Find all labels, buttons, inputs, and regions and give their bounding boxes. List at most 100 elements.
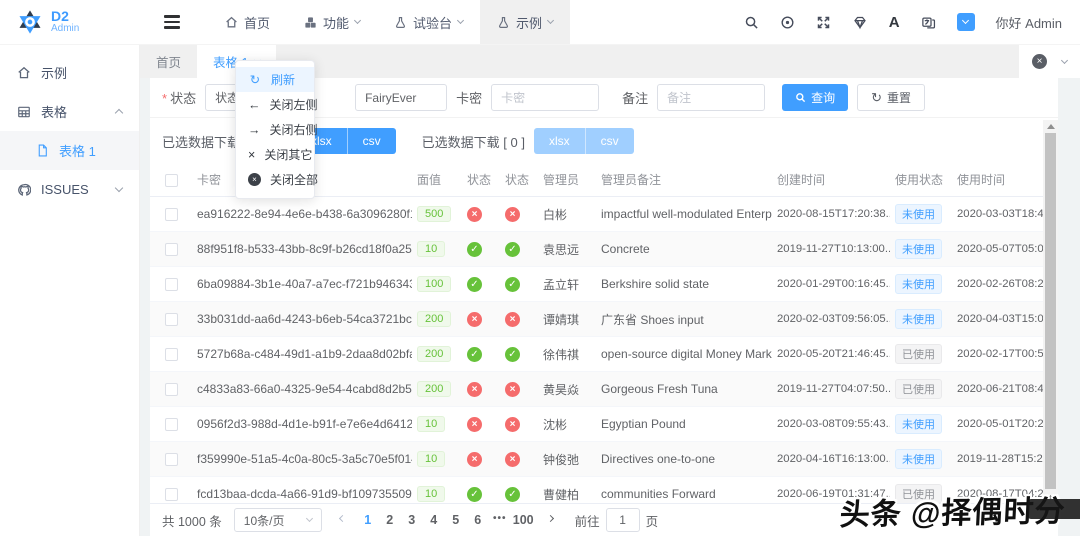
value-badge: 500 [417,206,451,222]
chevron-down-icon [547,17,554,24]
file-icon [36,144,49,157]
status-error-icon: × [467,312,482,327]
card-key-cell: f359990e-51a5-4c0a-80c5-3a5c70e5f014 [192,442,412,477]
admin-name-cell: 白彬 [538,197,596,232]
admin-name-cell: 谭婧琪 [538,302,596,337]
xlsx-download-button-disabled[interactable]: xlsx [534,128,586,154]
sidebar-item-issues[interactable]: ISSUES [0,170,139,209]
created-time-cell: 2020-04-16T16:13:00... [772,442,890,477]
admin-input[interactable] [355,84,447,111]
fullscreen-icon[interactable] [816,15,831,30]
row-checkbox[interactable] [165,453,178,466]
menu-toggle-icon[interactable] [150,0,194,44]
tab-context-menu: ↻ 刷新 ← 关闭左侧 → 关闭右侧 × 关闭其它 × 关闭全部 [235,60,315,199]
page-number-button[interactable]: 1 [357,513,379,527]
admin-note-cell: 广东省 Shoes input [596,302,772,337]
page-number-button[interactable]: 3 [401,513,423,527]
pagination-ellipsis[interactable]: ••• [489,513,511,527]
page-number-button[interactable]: 5 [445,513,467,527]
chevron-down-icon [306,515,313,522]
nav-item-label: 示例 [516,13,542,32]
page-number-button[interactable]: 100 [511,513,536,527]
user-greeting[interactable]: 你好 Admin [996,13,1062,32]
row-checkbox[interactable] [165,243,178,256]
menu-item-close-right[interactable]: → 关闭右侧 [236,117,314,142]
search-icon[interactable] [744,15,759,30]
sidebar: 示例 表格 表格 1 ISSUES [0,45,140,536]
value-badge: 200 [417,311,451,327]
focus-icon[interactable] [780,15,795,30]
reset-button[interactable]: ↻ 重置 [857,84,925,111]
row-checkbox[interactable] [165,348,178,361]
card-key-cell: ea916222-8e94-4e6e-b438-6a3096280f19 [192,197,412,232]
goto-page: 前往 页 [575,508,659,532]
row-checkbox[interactable] [165,208,178,221]
row-checkbox[interactable] [165,418,178,431]
menu-item-close-all[interactable]: × 关闭全部 [236,167,314,192]
admin-name-cell: 袁思远 [538,232,596,267]
value-badge: 10 [417,486,445,502]
vertical-scrollbar[interactable] [1043,120,1058,503]
col-header-value: 面值 [412,163,462,197]
app-logo[interactable]: D2 Admin [0,0,150,44]
tab-options-chevron-icon[interactable] [1061,56,1068,63]
goto-page-input[interactable] [606,508,640,532]
status-error-icon: × [505,207,520,222]
close-all-tabs-icon[interactable]: × [1032,54,1047,69]
page-number-button[interactable]: 2 [379,513,401,527]
sidebar-item-table[interactable]: 表格 [0,92,139,131]
page-number-button[interactable]: 4 [423,513,445,527]
nav-item-playground[interactable]: 试验台 [377,0,480,44]
row-checkbox[interactable] [165,313,178,326]
row-checkbox[interactable] [165,278,178,291]
status-success-icon: ✓ [467,242,482,257]
flask-icon [394,16,407,29]
logo-subtitle: Admin [51,24,79,35]
value-badge: 10 [417,241,445,257]
table-body: ea916222-8e94-4e6e-b438-6a3096280f19 500 ×… [150,197,1058,536]
select-all-checkbox[interactable] [165,174,178,187]
scroll-up-arrow-icon[interactable] [1043,120,1058,132]
sidebar-item-demo[interactable]: 示例 [0,53,139,92]
card-key-cell: 88f951f8-b533-43bb-8c9f-b26cd18f0a25 [192,232,412,267]
csv-download-button[interactable]: csv [348,128,396,154]
row-checkbox[interactable] [165,488,178,501]
nav-item-home[interactable]: 首页 [208,0,287,44]
table-row: c4833a83-66a0-4325-9e54-4cabd8d2b58e200×… [150,372,1058,407]
prev-page-button[interactable] [334,519,351,521]
next-page-button[interactable] [542,519,559,521]
value-badge: 200 [417,346,451,362]
gem-icon[interactable] [852,15,868,30]
tab-home[interactable]: 首页 [140,45,197,78]
theme-dropdown[interactable] [957,13,975,31]
home-icon [225,16,238,29]
col-header-note: 管理员备注 [596,163,772,197]
table-row: 33b031dd-aa6d-4243-b6eb-54ca3721bc7c200×… [150,302,1058,337]
admin-note-cell: open-source digital Money Market Account [596,337,772,372]
search-button[interactable]: 查询 [782,84,848,111]
chevron-down-icon [115,184,123,192]
page-number-button[interactable]: 6 [467,513,489,527]
key-input[interactable] [491,84,599,111]
scrollbar-thumb[interactable] [1045,133,1056,489]
chevron-up-icon [115,109,123,117]
csv-download-button-disabled[interactable]: csv [586,128,634,154]
menu-item-close-others[interactable]: × 关闭其它 [236,142,314,167]
app-window: D2 Admin 首页 功能 试验台 示例 [0,0,1080,536]
status-success-icon: ✓ [505,277,520,292]
row-checkbox[interactable] [165,383,178,396]
sidebar-item-table-1[interactable]: 表格 1 [0,131,139,170]
font-size-icon[interactable]: A [889,14,900,31]
language-icon[interactable] [921,15,936,30]
menu-item-close-left[interactable]: ← 关闭左侧 [236,92,314,117]
page-size-select[interactable]: 10条/页 [234,508,322,532]
note-input[interactable] [657,84,765,111]
top-navbar: D2 Admin 首页 功能 试验台 示例 [0,0,1080,45]
arrow-left-icon: ← [248,98,261,112]
nav-item-label: 首页 [244,13,270,32]
admin-name-cell: 孟立轩 [538,267,596,302]
header-menu: 首页 功能 试验台 示例 [208,0,570,44]
menu-item-refresh[interactable]: ↻ 刷新 [236,67,314,92]
nav-item-demo[interactable]: 示例 [480,0,570,44]
nav-item-features[interactable]: 功能 [287,0,377,44]
